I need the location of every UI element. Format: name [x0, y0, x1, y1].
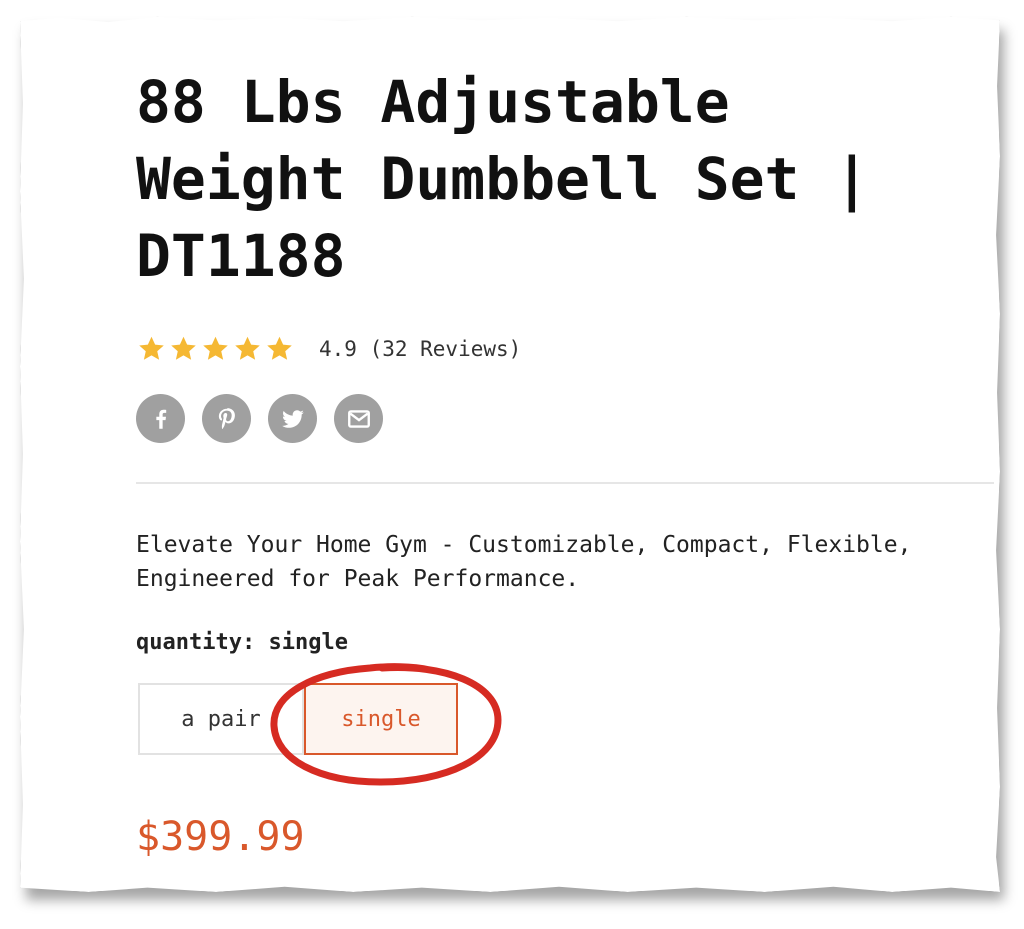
share-facebook-button[interactable]: [136, 394, 185, 443]
product-price: $399.99: [136, 814, 305, 860]
quantity-option-a-pair[interactable]: a pair: [138, 683, 304, 755]
star-rating[interactable]: [136, 334, 295, 364]
share-buttons: [136, 394, 383, 443]
share-email-button[interactable]: [334, 394, 383, 443]
share-twitter-button[interactable]: [268, 394, 317, 443]
share-pinterest-button[interactable]: [202, 394, 251, 443]
quantity-selected-value: single: [268, 630, 348, 655]
quantity-options: a pair single: [138, 683, 458, 755]
product-description: Elevate Your Home Gym - Customizable, Co…: [136, 532, 912, 592]
quantity-option-single[interactable]: single: [304, 683, 458, 755]
star-icon: [267, 336, 292, 360]
product-title: 88 Lbs Adjustable Weight Dumbbell Set | …: [136, 68, 870, 290]
star-icon: [203, 336, 228, 360]
section-divider: [136, 482, 994, 484]
email-icon: [347, 409, 370, 428]
rating-summary-link[interactable]: 4.9 (32 Reviews): [319, 337, 521, 361]
star-icon: [171, 336, 196, 360]
twitter-icon: [281, 409, 304, 428]
quantity-label: quantity: single: [136, 630, 348, 655]
rating-row: 4.9 (32 Reviews): [136, 334, 521, 364]
facebook-icon: [155, 409, 166, 429]
star-icon: [235, 336, 260, 360]
quantity-label-text: quantity:: [136, 630, 256, 655]
star-icon: [139, 336, 164, 360]
pinterest-icon: [218, 407, 235, 429]
